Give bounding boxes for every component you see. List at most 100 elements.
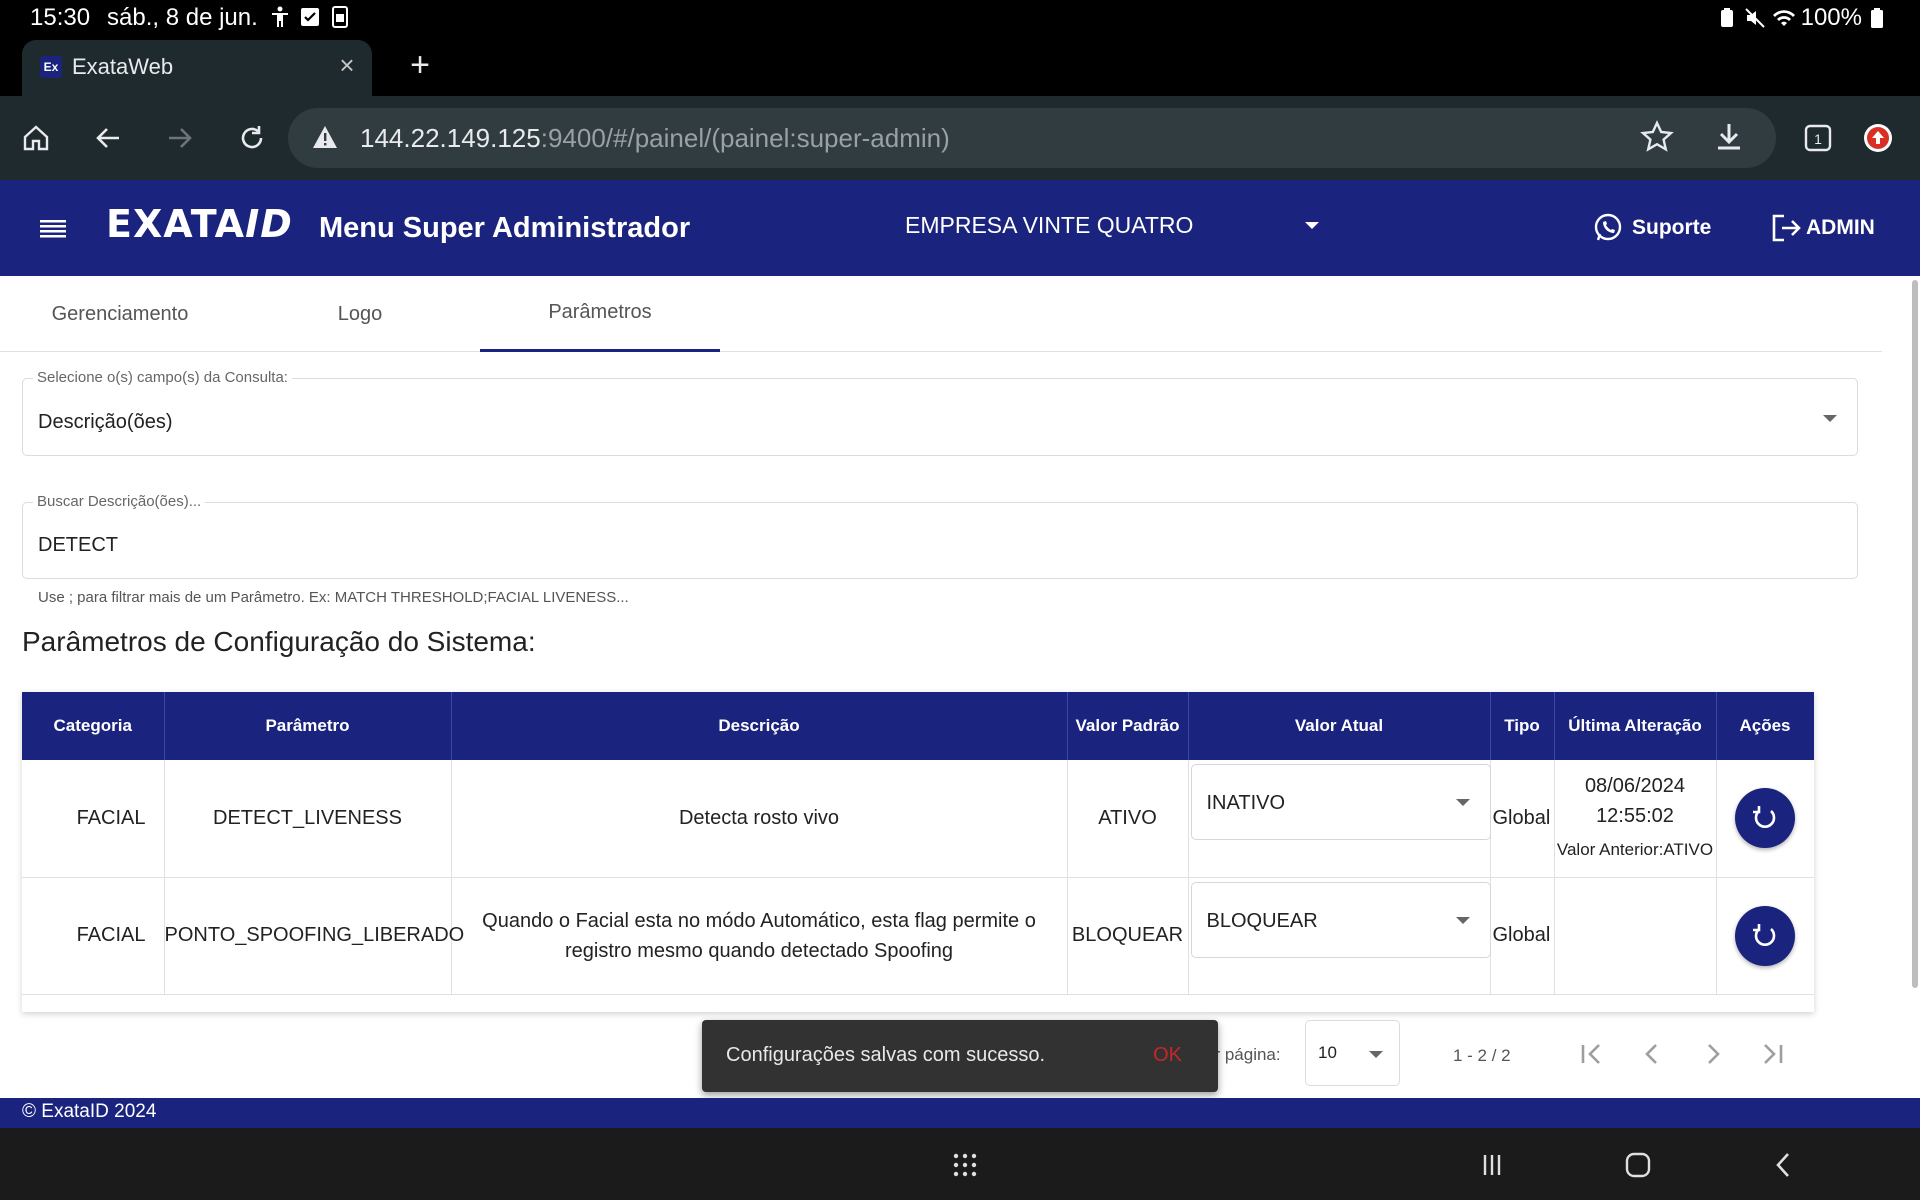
reset-button[interactable] xyxy=(1735,905,1795,966)
recent-apps-icon[interactable] xyxy=(1475,1148,1509,1182)
menu-icon[interactable] xyxy=(38,214,68,244)
last-page-button[interactable] xyxy=(1752,1034,1792,1074)
logo-main-text: EXATA xyxy=(106,202,246,246)
status-notification-icons xyxy=(270,6,350,28)
column-header-acoes: Ações xyxy=(1716,692,1814,760)
valor-atual-value: BLOQUEAR xyxy=(1206,909,1318,932)
wifi-icon xyxy=(1772,7,1795,29)
favicon-icon: Ex xyxy=(40,56,62,78)
close-tab-icon[interactable]: × xyxy=(332,50,362,80)
previous-value: Valor Anterior:ATIVO xyxy=(1556,840,1714,860)
tab-parametros[interactable]: Parâmetros xyxy=(480,276,720,352)
query-fields-label: Selecione o(s) campo(s) da Consulta: xyxy=(33,369,292,386)
first-page-button[interactable] xyxy=(1572,1034,1612,1074)
cell-ultima-alteracao: 08/06/2024 12:55:02 Valor Anterior:ATIVO xyxy=(1554,760,1717,877)
status-date: sáb., 8 de jun. xyxy=(107,4,258,31)
column-header-valor-padrao[interactable]: Valor Padrão xyxy=(1067,692,1189,760)
browser-tab-title: ExataWeb xyxy=(72,54,174,79)
column-header-ultima-alteracao[interactable]: Última Alteração xyxy=(1554,692,1717,760)
page-range: 1 - 2 / 2 xyxy=(1453,1046,1511,1065)
chevron-down-icon[interactable] xyxy=(1455,799,1470,806)
items-per-page-select[interactable]: 10 xyxy=(1305,1020,1400,1086)
status-bar: 15:30 sáb., 8 de jun. 100% xyxy=(0,0,1920,36)
chevron-down-icon[interactable] xyxy=(1823,415,1837,422)
chevron-right-icon xyxy=(1708,1044,1720,1064)
support-label: Suporte xyxy=(1632,216,1712,239)
search-input[interactable]: Buscar Descrição(ões)... DETECT xyxy=(22,493,1858,579)
success-snackbar: Configurações salvas com sucesso. OK xyxy=(702,1020,1218,1092)
last-change-date: 08/06/2024 xyxy=(1584,775,1686,798)
snackbar-ok-button[interactable]: OK xyxy=(1153,1044,1182,1067)
support-button[interactable]: Suporte xyxy=(1592,212,1711,244)
table-row: FACIAL PONTO_SPOOFING_LIBERADO Quando o … xyxy=(22,877,1814,994)
parameters-table: Categoria Parâmetro Descrição Valor Padr… xyxy=(22,692,1814,1012)
logo-suffix-text: ID xyxy=(245,202,293,246)
tab-switcher-button[interactable]: 1 xyxy=(1794,114,1842,162)
chevron-down-icon[interactable] xyxy=(1369,1051,1383,1058)
whatsapp-icon xyxy=(1594,213,1622,241)
previous-page-button[interactable] xyxy=(1632,1034,1672,1074)
chevron-down-icon[interactable] xyxy=(1455,916,1470,924)
not-secure-warning-icon[interactable] xyxy=(312,124,338,155)
url-text[interactable]: 144.22.149.125:9400/#/painel/(painel:sup… xyxy=(360,123,950,154)
battery-icon xyxy=(1870,7,1890,29)
back-icon[interactable] xyxy=(84,114,132,162)
query-fields-select[interactable]: Selecione o(s) campo(s) da Consulta: Des… xyxy=(22,369,1858,456)
last-change-time: 12:55:02 xyxy=(1596,805,1674,828)
reset-button[interactable] xyxy=(1735,788,1795,849)
company-select[interactable]: EMPRESA VINTE QUATRO xyxy=(905,212,1193,239)
page-title: Menu Super Administrador xyxy=(319,212,691,244)
valor-atual-select[interactable]: BLOQUEAR xyxy=(1190,881,1491,958)
valor-atual-select[interactable]: INATIVO xyxy=(1190,764,1491,840)
profile-update-icon[interactable] xyxy=(1854,114,1902,162)
browser-tab-strip: Ex ExataWeb × + xyxy=(0,36,1920,96)
column-header-descricao[interactable]: Descrição xyxy=(451,692,1068,760)
tab-bar: Gerenciamento Logo Parâmetros xyxy=(0,276,1882,352)
bookmark-star-icon[interactable] xyxy=(1640,120,1674,159)
url-host: 144.22.149.125 xyxy=(360,123,541,153)
column-header-valor-atual[interactable]: Valor Atual xyxy=(1188,692,1491,760)
cell-tipo: Global xyxy=(1490,877,1555,994)
tab-logo[interactable]: Logo xyxy=(240,276,480,352)
new-tab-button[interactable]: + xyxy=(400,46,440,86)
column-header-parametro[interactable]: Parâmetro xyxy=(164,692,452,760)
browser-tab[interactable]: Ex ExataWeb × xyxy=(22,40,372,96)
status-time: 15:30 xyxy=(30,4,91,31)
checkbox-notification-icon xyxy=(300,6,320,28)
forward-icon[interactable] xyxy=(156,114,204,162)
back-nav-icon[interactable] xyxy=(1767,1148,1801,1182)
last-page-icon xyxy=(1764,1044,1783,1064)
cell-descricao: Detecta rosto vivo xyxy=(451,760,1068,877)
cell-categoria: FACIAL xyxy=(22,877,165,994)
column-header-categoria[interactable]: Categoria xyxy=(22,692,165,760)
page-scrollbar[interactable] xyxy=(1912,280,1918,988)
mute-icon xyxy=(1744,7,1765,29)
reset-icon xyxy=(1753,923,1776,946)
status-system-icons: 100% xyxy=(1717,4,1890,32)
url-path: :9400/#/painel/(painel:super-admin) xyxy=(540,123,950,153)
cell-valor-padrao: ATIVO xyxy=(1067,760,1189,877)
search-input-value[interactable]: DETECT xyxy=(38,534,118,557)
reload-icon[interactable] xyxy=(228,114,276,162)
app-drawer-icon[interactable] xyxy=(948,1148,982,1182)
sim-notification-icon xyxy=(330,6,350,28)
address-bar[interactable]: 144.22.149.125:9400/#/painel/(painel:sup… xyxy=(288,108,1776,168)
admin-label: ADMIN xyxy=(1806,216,1875,239)
cell-tipo: Global xyxy=(1490,760,1555,877)
cell-parametro: DETECT_LIVENESS xyxy=(164,760,452,877)
column-header-tipo[interactable]: Tipo xyxy=(1490,692,1555,760)
android-navigation-bar xyxy=(0,1128,1920,1200)
cell-descricao: Quando o Facial esta no módo Automático,… xyxy=(451,877,1068,994)
company-chevron-down-icon[interactable] xyxy=(1305,222,1319,229)
cell-acoes xyxy=(1716,760,1814,877)
next-page-button[interactable] xyxy=(1693,1034,1733,1074)
home-nav-icon[interactable] xyxy=(1621,1148,1655,1182)
exataid-logo: EXATAID xyxy=(106,202,293,246)
tab-gerenciamento[interactable]: Gerenciamento xyxy=(0,276,240,352)
battery-percent: 100% xyxy=(1800,4,1862,31)
download-icon[interactable] xyxy=(1712,120,1746,159)
tab-count: 1 xyxy=(1814,131,1822,147)
logout-admin-button[interactable]: ADMIN xyxy=(1770,212,1875,244)
first-page-icon xyxy=(1581,1044,1600,1064)
home-icon[interactable] xyxy=(12,114,60,162)
